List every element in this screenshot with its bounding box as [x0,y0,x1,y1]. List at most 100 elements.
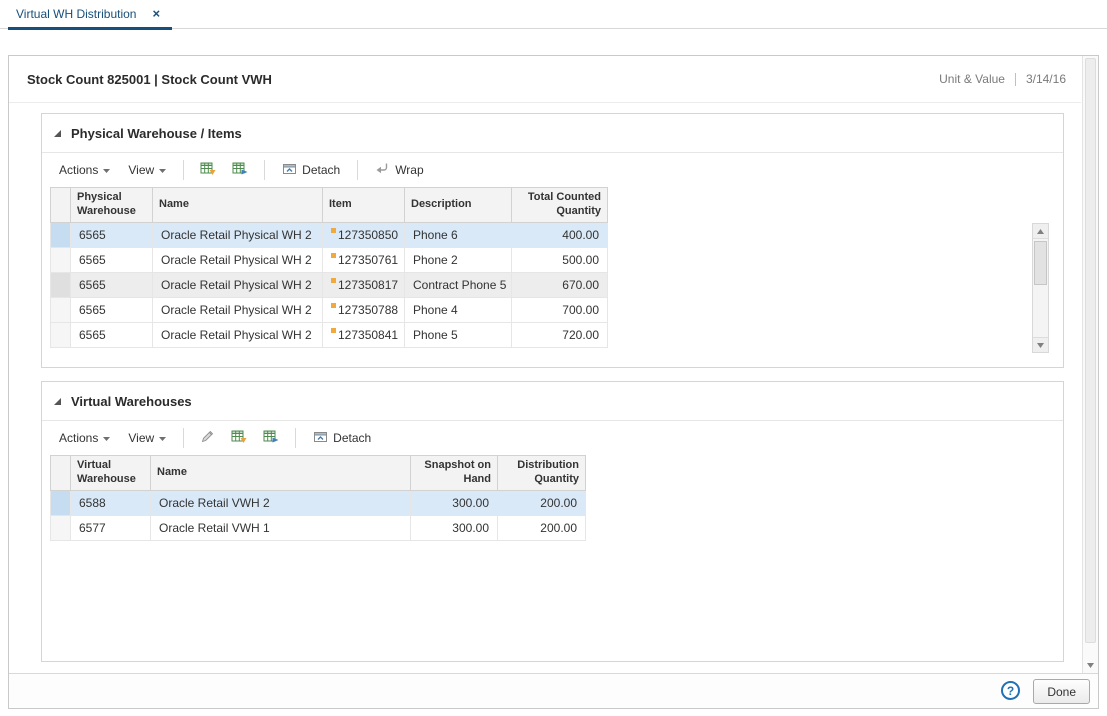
header-divider [9,102,1081,103]
physical-table-toolbar: Actions View [42,152,1063,187]
item-flag-icon [331,328,336,333]
cell-total-counted-quantity: 720.00 [512,323,608,347]
chevron-down-icon [159,169,166,173]
scroll-down-icon[interactable] [1033,337,1048,352]
tab-virtual-wh-distribution[interactable]: Virtual WH Distribution × [8,0,172,30]
column-header-virtual-warehouse[interactable]: Virtual Warehouse [71,456,151,490]
edit-button[interactable] [194,427,221,449]
table-row[interactable]: 6565 Oracle Retail Physical WH 2 1273507… [50,248,608,273]
wrap-button[interactable]: Wrap [368,158,430,182]
cell-item: 127350761 [323,248,405,272]
item-flag-icon [331,253,336,258]
table-scrollbar[interactable] [1032,223,1049,353]
help-button[interactable]: ? [1001,681,1020,700]
cell-total-counted-quantity: 400.00 [512,223,608,247]
table-header-row: Physical Warehouse Name Item Description… [50,187,608,223]
chevron-down-icon [159,437,166,441]
collapse-triangle-icon[interactable] [53,397,62,406]
row-selector[interactable] [51,491,71,515]
actions-menu-button[interactable]: Actions [52,160,117,180]
freeze-icon [263,429,279,447]
scroll-up-icon[interactable] [1033,224,1048,239]
scrollbar-thumb[interactable] [1085,58,1096,643]
scrollbar-thumb[interactable] [1034,241,1047,285]
column-header-name[interactable]: Name [153,188,323,222]
row-selector[interactable] [51,248,71,272]
cell-physical-warehouse: 6565 [71,323,153,347]
item-flag-icon [331,278,336,283]
view-menu-button[interactable]: View [121,428,173,448]
cell-name: Oracle Retail Physical WH 2 [153,298,323,322]
cell-name: Oracle Retail VWH 1 [151,516,411,540]
cell-physical-warehouse: 6565 [71,248,153,272]
virtual-table-toolbar: Actions View [42,420,1063,455]
table-row[interactable]: 6565 Oracle Retail Physical WH 2 1273508… [50,223,608,248]
physical-section-header[interactable]: Physical Warehouse / Items [42,114,1063,152]
cell-physical-warehouse: 6565 [71,273,153,297]
virtual-section-title: Virtual Warehouses [71,394,192,409]
cell-description: Contract Phone 5 [405,273,512,297]
cell-total-counted-quantity: 700.00 [512,298,608,322]
cell-snapshot-on-hand: 300.00 [411,516,498,540]
detach-icon [313,429,328,447]
freeze-column-button[interactable] [226,159,254,181]
column-header-snapshot-on-hand[interactable]: Snapshot on Hand [411,456,498,490]
detach-label: Detach [302,163,340,177]
detach-icon [282,161,297,179]
actions-menu-button[interactable]: Actions [52,428,117,448]
table-row[interactable]: 6577 Oracle Retail VWH 1 300.00 200.00 [50,516,586,541]
row-selector[interactable] [51,323,71,347]
cell-description: Phone 6 [405,223,512,247]
toolbar-separator [295,428,296,448]
table-row[interactable]: 6565 Oracle Retail Physical WH 2 1273507… [50,298,608,323]
help-icon: ? [1007,684,1014,698]
row-selector[interactable] [51,223,71,247]
tab-close-icon[interactable]: × [152,7,160,20]
table-row[interactable]: 6565 Oracle Retail Physical WH 2 1273508… [50,273,608,298]
detach-button[interactable]: Detach [306,426,378,450]
physical-warehouse-items-section: Physical Warehouse / Items Actions View [41,113,1064,368]
row-selector[interactable] [51,273,71,297]
footer-bar: ? Done [9,673,1098,708]
cell-distribution-quantity: 200.00 [498,516,586,540]
column-header-physical-warehouse[interactable]: Physical Warehouse [71,188,153,222]
cell-item: 127350841 [323,323,405,347]
freeze-column-button[interactable] [257,427,285,449]
wrap-icon [375,161,390,179]
detach-label: Detach [333,431,371,445]
export-icon [231,429,247,447]
toolbar-separator [264,160,265,180]
done-button[interactable]: Done [1033,679,1090,704]
virtual-warehouses-table: Virtual Warehouse Name Snapshot on Hand … [50,455,586,541]
row-selector[interactable] [51,298,71,322]
table-row[interactable]: 6588 Oracle Retail VWH 2 300.00 200.00 [50,491,586,516]
export-to-excel-button[interactable] [225,427,253,449]
table-row[interactable]: 6565 Oracle Retail Physical WH 2 1273508… [50,323,608,348]
cell-total-counted-quantity: 500.00 [512,248,608,272]
cell-name: Oracle Retail Physical WH 2 [153,273,323,297]
column-header-total-counted-quantity[interactable]: Total Counted Quantity [512,188,608,222]
scroll-down-icon[interactable] [1083,659,1098,671]
collapse-triangle-icon[interactable] [53,129,62,138]
cell-name: Oracle Retail VWH 2 [151,491,411,515]
column-header-description[interactable]: Description [405,188,512,222]
export-to-excel-button[interactable] [194,159,222,181]
column-header-distribution-quantity[interactable]: Distribution Quantity [498,456,586,490]
content-frame: Stock Count 825001 | Stock Count VWH Uni… [8,55,1099,709]
detach-button[interactable]: Detach [275,158,347,182]
edit-icon [200,429,215,447]
view-label: View [128,431,154,445]
virtual-section-header[interactable]: Virtual Warehouses [42,382,1063,420]
cell-description: Phone 5 [405,323,512,347]
tab-label: Virtual WH Distribution [16,7,136,21]
column-header-item[interactable]: Item [323,188,405,222]
row-selector[interactable] [51,516,71,540]
cell-item: 127350850 [323,223,405,247]
page-scrollbar[interactable] [1082,56,1098,673]
toolbar-separator [357,160,358,180]
virtual-warehouses-section: Virtual Warehouses Actions View [41,381,1064,662]
column-header-name[interactable]: Name [151,456,411,490]
view-menu-button[interactable]: View [121,160,173,180]
toolbar-separator [183,428,184,448]
physical-items-table: Physical Warehouse Name Item Description… [50,187,608,348]
